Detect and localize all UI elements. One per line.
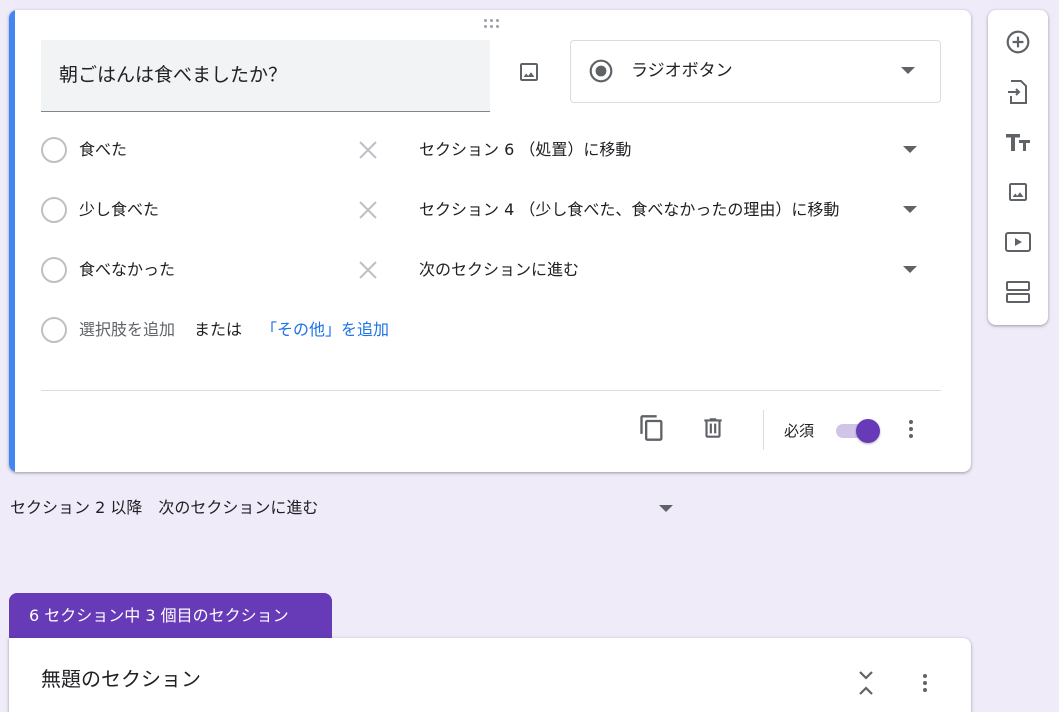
add-image-tool-button[interactable] (1000, 174, 1036, 210)
dropdown-arrow-icon[interactable] (903, 266, 917, 274)
import-questions-button[interactable] (1000, 74, 1036, 110)
radio-button-checked-icon (589, 59, 613, 83)
footer-separator (763, 410, 764, 450)
section-more-options-button[interactable] (913, 671, 937, 695)
radio-circle (41, 257, 67, 283)
add-circle-icon (1006, 30, 1030, 54)
add-image-button[interactable] (511, 54, 547, 90)
question-card[interactable]: 朝ごはんは食べましたか？ ラジオボタン 食べた セクション 6 （処置）に移動 … (9, 10, 971, 472)
side-toolbar (988, 10, 1048, 325)
option-label-input[interactable]: 食べなかった (79, 259, 175, 281)
after-section-label: セクション 2 以降 (10, 498, 143, 517)
required-toggle[interactable] (834, 418, 882, 444)
more-options-button[interactable] (899, 417, 923, 441)
collapse-expand-icon[interactable] (852, 668, 880, 698)
after-section-navigation[interactable]: セクション 2 以降 次のセクションに進む (10, 497, 318, 519)
option-label-input[interactable]: 食べた (79, 139, 127, 161)
add-title-button[interactable] (1000, 124, 1036, 160)
option-row: 食べなかった 次のセクションに進む (39, 255, 939, 285)
option-label-input[interactable]: 少し食べた (79, 199, 159, 221)
section-icon (1006, 281, 1030, 303)
option-row: 食べた セクション 6 （処置）に移動 (39, 135, 939, 165)
add-question-button[interactable] (1000, 24, 1036, 60)
or-text: または (194, 320, 243, 339)
question-type-label: ラジオボタン (631, 61, 733, 81)
add-other-link[interactable]: 「その他」を追加 (261, 319, 389, 341)
option-row: 少し食べた セクション 4 （少し食べた、食べなかったの理由）に移動 (39, 195, 939, 225)
question-type-select[interactable]: ラジオボタン (570, 40, 941, 103)
toggle-thumb (856, 419, 880, 443)
video-icon (1005, 232, 1031, 252)
remove-option-icon[interactable] (357, 139, 379, 161)
drag-handle-icon[interactable] (482, 19, 502, 31)
delete-icon (704, 418, 722, 438)
footer-divider (41, 390, 941, 391)
after-section-value: 次のセクションに進む (158, 498, 319, 517)
radio-circle (41, 137, 67, 163)
image-icon (520, 63, 538, 81)
option-route-select[interactable]: 次のセクションに進む (419, 259, 579, 281)
radio-circle (41, 317, 67, 343)
duplicate-button[interactable] (636, 412, 668, 444)
section-header-tab: 6 セクション中 3 個目のセクション (9, 593, 332, 638)
section-title-input[interactable]: 無題のセクション (41, 666, 201, 692)
copy-icon (640, 415, 663, 441)
dropdown-arrow-icon[interactable] (903, 146, 917, 154)
delete-button[interactable] (697, 412, 729, 444)
image-icon (1009, 183, 1027, 201)
dropdown-arrow-icon (901, 67, 915, 74)
section-card[interactable]: 無題のセクション (9, 638, 971, 712)
dropdown-arrow-icon[interactable] (659, 505, 673, 513)
add-video-button[interactable] (1000, 224, 1036, 260)
option-route-select[interactable]: セクション 6 （処置）に移動 (419, 139, 631, 161)
remove-option-icon[interactable] (357, 199, 379, 221)
dropdown-arrow-icon[interactable] (903, 206, 917, 214)
required-label: 必須 (784, 422, 815, 440)
option-route-select[interactable]: セクション 4 （少し食べた、食べなかったの理由）に移動 (419, 199, 839, 221)
question-title-input[interactable]: 朝ごはんは食べましたか？ (41, 40, 490, 112)
add-option-input[interactable]: 選択肢を追加 (79, 319, 175, 341)
more-vert-icon (923, 674, 927, 692)
focus-accent-bar (9, 10, 15, 472)
more-vert-icon (909, 420, 913, 438)
add-section-button[interactable] (1000, 274, 1036, 310)
title-text-icon (1006, 134, 1030, 151)
import-question-icon (1008, 80, 1027, 104)
remove-option-icon[interactable] (357, 259, 379, 281)
add-option-row: 選択肢を追加 または 「その他」を追加 (39, 315, 939, 345)
radio-circle (41, 197, 67, 223)
